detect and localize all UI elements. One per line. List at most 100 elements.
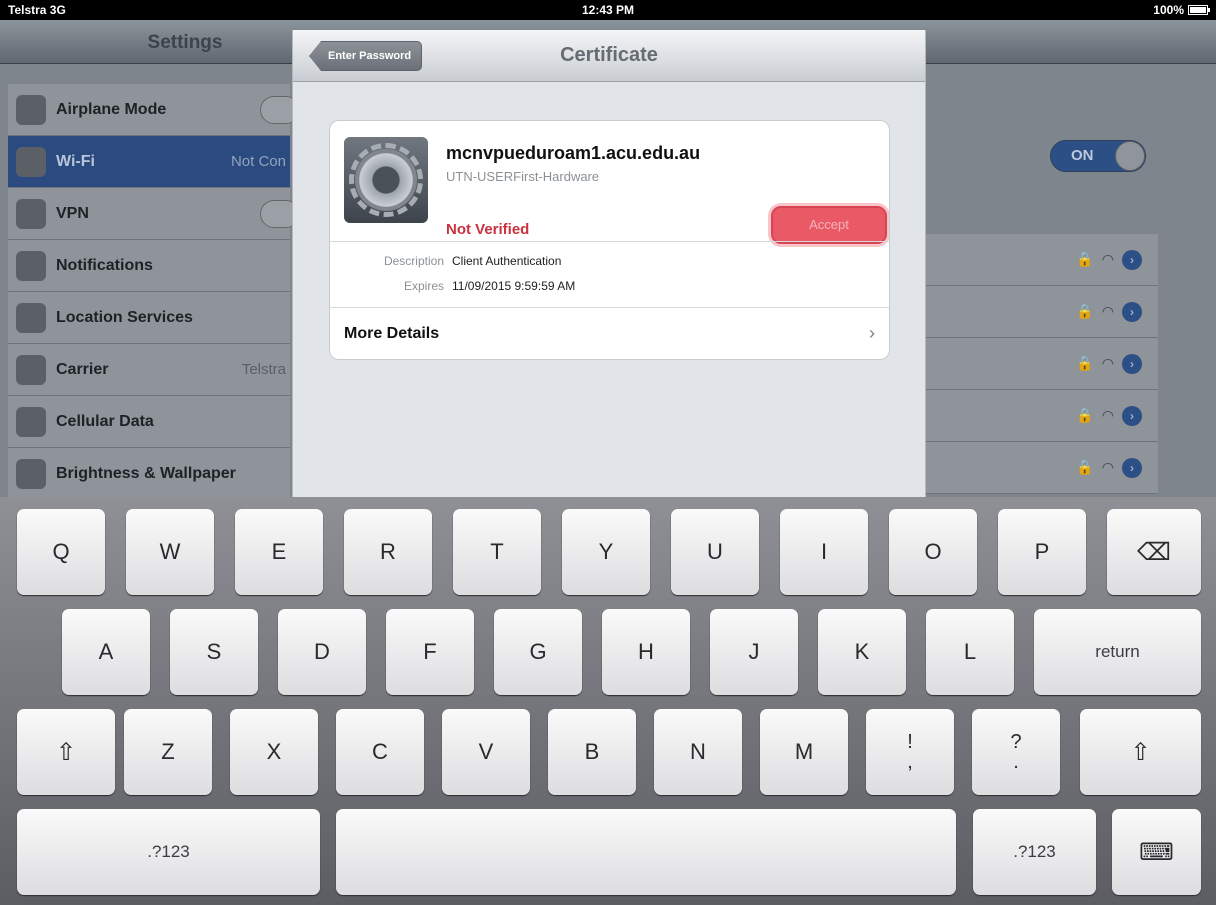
key-p[interactable]: P: [998, 509, 1086, 595]
settings-list: Airplane Mode Wi-Fi Not Con VPN Notifica…: [8, 84, 300, 497]
key-c[interactable]: C: [336, 709, 424, 795]
battery-percent: 100%: [1153, 3, 1184, 17]
shift-key-left[interactable]: ⇧: [17, 709, 115, 795]
battery-icon: [1188, 5, 1210, 15]
settings-item-brightness: Brightness & Wallpaper: [8, 448, 290, 497]
key-a[interactable]: A: [62, 609, 150, 695]
key-d[interactable]: D: [278, 609, 366, 695]
backspace-key[interactable]: ⌫: [1107, 509, 1201, 595]
key-r[interactable]: R: [344, 509, 432, 595]
key-f[interactable]: F: [386, 609, 474, 695]
keyboard-dismiss-icon: ⌨: [1139, 838, 1174, 866]
key-q[interactable]: Q: [17, 509, 105, 595]
return-key[interactable]: return: [1034, 609, 1201, 695]
wifi-signal-icon: ◠: [1101, 407, 1114, 423]
more-details-row[interactable]: More Details ›: [330, 307, 889, 359]
modal-navbar: Enter Password Certificate: [293, 30, 925, 82]
key-question-period[interactable]: ? .: [972, 709, 1060, 795]
key-h[interactable]: H: [602, 609, 690, 695]
key-m[interactable]: M: [760, 709, 848, 795]
settings-item-label: VPN: [56, 204, 89, 222]
divider: [330, 241, 889, 242]
settings-item-location: Location Services: [8, 292, 290, 344]
keyboard: Q W E R T Y U I O P ⌫ A S D F G H J K L …: [0, 497, 1216, 905]
certificate-gear-icon: [344, 137, 428, 223]
key-u[interactable]: U: [671, 509, 759, 595]
key-l[interactable]: L: [926, 609, 1014, 695]
settings-item-cellular: Cellular Data: [8, 396, 290, 448]
battery-indicator: 100%: [1153, 3, 1210, 17]
dismiss-keyboard-key[interactable]: ⌨: [1112, 809, 1201, 895]
lock-icon: 🔒: [1076, 251, 1094, 267]
key-i[interactable]: I: [780, 509, 868, 595]
lock-icon: 🔒: [1076, 407, 1094, 423]
key-bottom-char: .: [1013, 751, 1019, 773]
key-n[interactable]: N: [654, 709, 742, 795]
accept-button[interactable]: Accept: [771, 206, 887, 244]
detail-disclosure-icon: ›: [1122, 249, 1142, 270]
shift-icon: ⇧: [1130, 738, 1151, 766]
airplane-icon: [16, 94, 46, 125]
verification-status: Not Verified: [446, 221, 530, 238]
network-list: 🔒 ◠ › 🔒 ◠ › 🔒 ◠ › 🔒 ◠ › 🔒 ◠ ›: [926, 234, 1158, 494]
key-o[interactable]: O: [889, 509, 977, 595]
wifi-icon: [16, 146, 46, 177]
settings-item-label: Carrier: [56, 360, 109, 378]
carrier-value: Telstra: [241, 361, 286, 378]
space-bar[interactable]: [336, 809, 956, 895]
network-row: 🔒 ◠ ›: [926, 234, 1158, 286]
settings-item-carrier: Carrier Telstra: [8, 344, 290, 396]
key-v[interactable]: V: [442, 709, 530, 795]
key-g[interactable]: G: [494, 609, 582, 695]
settings-item-vpn: VPN: [8, 188, 300, 240]
shift-key-right[interactable]: ⇧: [1080, 709, 1201, 795]
expires-value: 11/09/2015 9:59:59 AM: [452, 279, 576, 293]
network-row: 🔒 ◠ ›: [926, 390, 1158, 442]
key-x[interactable]: X: [230, 709, 318, 795]
modal-title: Certificate: [560, 44, 658, 66]
notifications-icon: [16, 250, 46, 281]
gear-icon: [349, 143, 423, 217]
key-y[interactable]: Y: [562, 509, 650, 595]
description-key: Description: [383, 254, 444, 268]
description-value: Client Authentication: [452, 254, 562, 268]
more-details-label: More Details: [344, 325, 440, 342]
numbers-key-right[interactable]: .?123: [973, 809, 1096, 895]
settings-item-label: Cellular Data: [56, 412, 154, 430]
key-top-char: !: [907, 731, 913, 753]
settings-item-airplane: Airplane Mode: [8, 84, 300, 136]
lock-icon: 🔒: [1076, 303, 1094, 319]
key-t[interactable]: T: [453, 509, 541, 595]
wifi-signal-icon: ◠: [1101, 251, 1114, 267]
key-w[interactable]: W: [126, 509, 214, 595]
key-k[interactable]: K: [818, 609, 906, 695]
key-z[interactable]: Z: [124, 709, 212, 795]
clock: 12:43 PM: [581, 3, 635, 17]
certificate-name: mcnvpueduroam1.acu.edu.au: [446, 143, 701, 163]
toggle-knob: [1115, 141, 1145, 171]
settings-item-label: Brightness & Wallpaper: [56, 464, 236, 482]
key-s[interactable]: S: [170, 609, 258, 695]
wifi-toggle: ON: [1050, 140, 1146, 172]
detail-disclosure-icon: ›: [1122, 457, 1142, 478]
shift-icon: ⇧: [55, 738, 77, 766]
key-exclaim-comma[interactable]: ! ,: [866, 709, 954, 795]
key-e[interactable]: E: [235, 509, 323, 595]
key-j[interactable]: J: [710, 609, 798, 695]
vpn-icon: [16, 198, 46, 229]
expires-key: Expires: [403, 279, 444, 293]
certificate-card: mcnvpueduroam1.acu.edu.au UTN-USERFirst-…: [329, 120, 890, 360]
settings-item-label: Notifications: [56, 256, 153, 274]
brightness-icon: [16, 458, 46, 489]
settings-item-notifications: Notifications: [8, 240, 290, 292]
numbers-key-left[interactable]: .?123: [17, 809, 320, 895]
wifi-status: Not Con: [230, 153, 286, 170]
wifi-signal-icon: ◠: [1101, 355, 1114, 371]
settings-item-wifi: Wi-Fi Not Con: [8, 136, 290, 188]
status-bar: Telstra 3G 12:43 PM 100%: [0, 0, 1216, 20]
key-b[interactable]: B: [548, 709, 636, 795]
lock-icon: 🔒: [1076, 355, 1094, 371]
network-row: 🔒 ◠ ›: [926, 286, 1158, 338]
wifi-signal-icon: ◠: [1101, 459, 1114, 475]
lock-icon: 🔒: [1076, 459, 1094, 475]
